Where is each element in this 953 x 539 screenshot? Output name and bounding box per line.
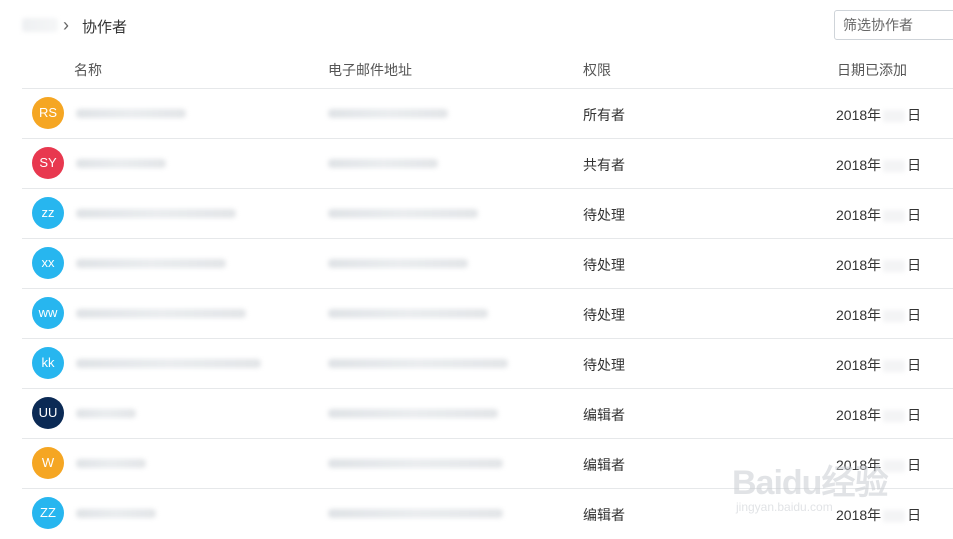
- date-redacted: [883, 160, 906, 173]
- email-redacted: [328, 159, 438, 168]
- date-added: 2018年 日: [836, 155, 921, 175]
- permission-label[interactable]: 待处理: [583, 255, 625, 275]
- permission-label[interactable]: 编辑者: [583, 455, 625, 475]
- table-row[interactable]: UU 编辑者 2018年 日: [22, 388, 953, 438]
- name-redacted: [76, 459, 146, 468]
- date-added: 2018年 日: [836, 305, 921, 325]
- email-redacted: [328, 209, 478, 218]
- watermark-site: jingyan.baidu.com: [736, 500, 833, 514]
- date-prefix: 2018年: [836, 257, 882, 273]
- permission-label[interactable]: 待处理: [583, 305, 625, 325]
- email-redacted: [328, 459, 503, 468]
- baidu-watermark: Baidu经验 jingyan.baidu.com: [732, 455, 922, 525]
- date-redacted: [883, 110, 906, 123]
- date-redacted: [883, 410, 906, 423]
- date-prefix: 2018年: [836, 307, 882, 323]
- table-header: 名称 电子邮件地址 权限 日期已添加: [0, 56, 953, 82]
- date-suffix: 日: [907, 157, 922, 173]
- email-redacted: [328, 409, 498, 418]
- date-prefix: 2018年: [836, 407, 882, 423]
- date-prefix: 2018年: [836, 357, 882, 373]
- permission-label[interactable]: 待处理: [583, 355, 625, 375]
- page-title: 协作者: [82, 19, 128, 36]
- table-row[interactable]: SY 共有者 2018年 日: [22, 138, 953, 188]
- column-header-permission[interactable]: 权限: [583, 60, 611, 80]
- watermark-logo: Baidu经验: [732, 464, 888, 502]
- filter-collaborators-input[interactable]: [834, 10, 953, 40]
- date-suffix: 日: [907, 257, 922, 273]
- date-suffix: 日: [907, 207, 922, 223]
- avatar: ww: [32, 297, 64, 329]
- avatar: RS: [32, 97, 64, 129]
- top-bar: › 协作者: [0, 0, 953, 50]
- table-row[interactable]: xx 待处理 2018年 日: [22, 238, 953, 288]
- email-redacted: [328, 259, 468, 268]
- name-redacted: [76, 159, 166, 168]
- email-redacted: [328, 309, 488, 318]
- name-redacted: [76, 259, 226, 268]
- date-redacted: [883, 310, 906, 323]
- date-prefix: 2018年: [836, 207, 882, 223]
- date-added: 2018年 日: [836, 105, 921, 125]
- date-suffix: 日: [907, 107, 922, 123]
- table-row[interactable]: zz 待处理 2018年 日: [22, 188, 953, 238]
- name-redacted: [76, 109, 186, 118]
- date-suffix: 日: [907, 357, 922, 373]
- date-suffix: 日: [907, 407, 922, 423]
- name-redacted: [76, 509, 156, 518]
- date-added: 2018年 日: [836, 205, 921, 225]
- permission-label[interactable]: 所有者: [583, 105, 625, 125]
- table-row[interactable]: kk 待处理 2018年 日: [22, 338, 953, 388]
- avatar: SY: [32, 147, 64, 179]
- permission-label[interactable]: 编辑者: [583, 505, 625, 525]
- avatar: W: [32, 447, 64, 479]
- name-redacted: [76, 359, 261, 368]
- name-redacted: [76, 209, 236, 218]
- date-prefix: 2018年: [836, 107, 882, 123]
- date-added: 2018年 日: [836, 405, 921, 425]
- avatar: UU: [32, 397, 64, 429]
- email-redacted: [328, 509, 503, 518]
- chevron-right-icon: ›: [63, 15, 69, 35]
- permission-label[interactable]: 共有者: [583, 155, 625, 175]
- permission-label[interactable]: 待处理: [583, 205, 625, 225]
- date-added: 2018年 日: [836, 355, 921, 375]
- date-redacted: [883, 260, 906, 273]
- date-prefix: 2018年: [836, 157, 882, 173]
- date-redacted: [883, 210, 906, 223]
- table-row[interactable]: RS 所有者 2018年 日: [22, 88, 953, 138]
- date-added: 2018年 日: [836, 255, 921, 275]
- date-redacted: [883, 360, 906, 373]
- date-suffix: 日: [907, 307, 922, 323]
- avatar: ZZ: [32, 497, 64, 529]
- table-row[interactable]: ww 待处理 2018年 日: [22, 288, 953, 338]
- column-header-name[interactable]: 名称: [74, 60, 102, 80]
- name-redacted: [76, 309, 246, 318]
- avatar: xx: [32, 247, 64, 279]
- name-redacted: [76, 409, 136, 418]
- email-redacted: [328, 109, 448, 118]
- breadcrumb-root-redacted[interactable]: [22, 18, 58, 32]
- email-redacted: [328, 359, 508, 368]
- column-header-date-added[interactable]: 日期已添加: [837, 60, 907, 80]
- avatar: zz: [32, 197, 64, 229]
- column-header-email[interactable]: 电子邮件地址: [328, 60, 412, 80]
- permission-label[interactable]: 编辑者: [583, 405, 625, 425]
- avatar: kk: [32, 347, 64, 379]
